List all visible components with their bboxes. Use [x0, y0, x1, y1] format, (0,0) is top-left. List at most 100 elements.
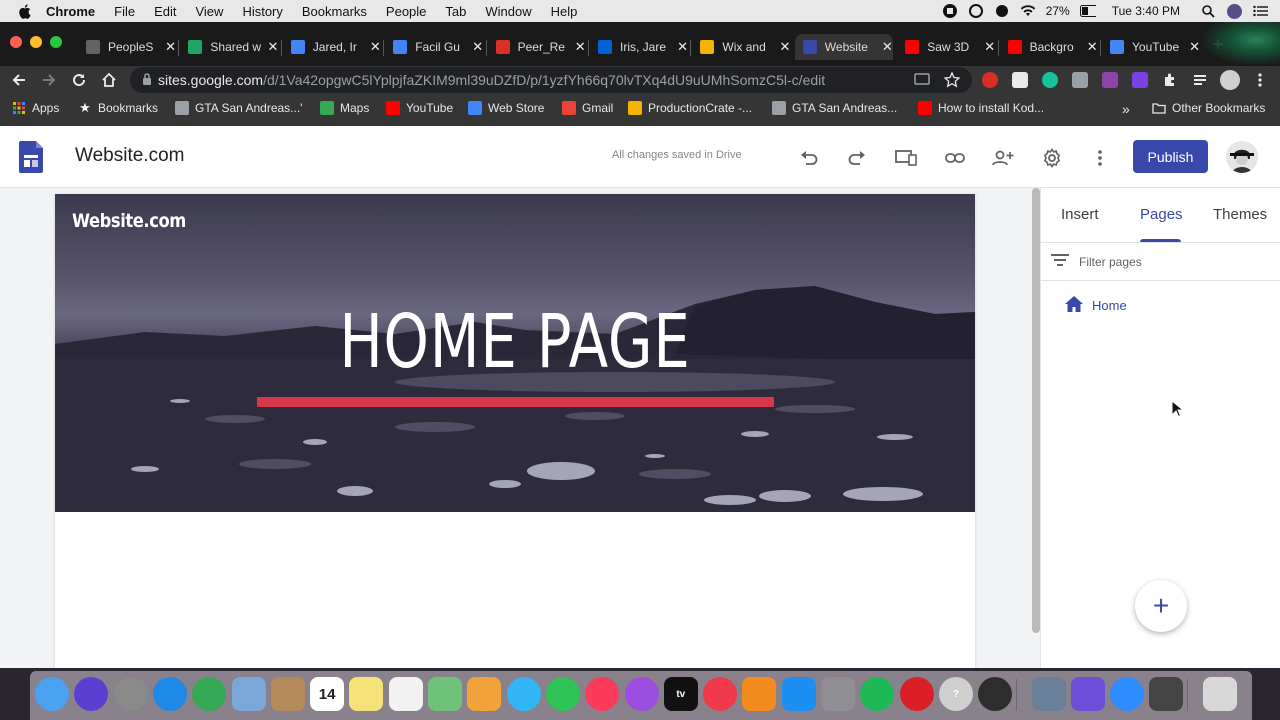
tab-close-icon[interactable]: ✕ — [1189, 39, 1200, 55]
browser-tab[interactable]: Backgro ✕ — [1000, 34, 1098, 60]
bookmark-item[interactable]: ProductionCrate -... — [628, 101, 752, 115]
app-store-icon[interactable] — [781, 677, 816, 711]
lock-icon[interactable] — [142, 72, 152, 88]
bookmark-star-icon[interactable] — [943, 71, 961, 91]
menu-history[interactable]: History — [242, 4, 282, 19]
google-sites-logo-icon[interactable] — [19, 141, 43, 173]
page-list-item-home[interactable]: Home — [1065, 296, 1127, 315]
creative-cloud-tray-icon[interactable] — [994, 3, 1010, 19]
bookmark-item[interactable]: Web Store — [468, 101, 544, 115]
screenshot-icon[interactable] — [1149, 677, 1184, 711]
tab-pages[interactable]: Pages — [1140, 206, 1183, 223]
chrome-menu-icon[interactable] — [1250, 70, 1270, 90]
forward-button[interactable] — [39, 70, 59, 90]
finder-icon[interactable] — [35, 677, 69, 711]
browser-tab[interactable]: Facil Gu ✕ — [385, 34, 483, 60]
site-name-field[interactable]: Website.com — [75, 145, 184, 167]
bookmark-item[interactable]: GTA San Andreas...' — [175, 101, 302, 115]
chrome-icon[interactable] — [192, 677, 227, 711]
reading-list-icon[interactable] — [1192, 72, 1208, 88]
minimize-window-button[interactable] — [30, 36, 42, 48]
browser-tab[interactable]: YouTube ✕ — [1102, 34, 1200, 60]
browser-tab[interactable]: Shared w ✕ — [180, 34, 278, 60]
notification-center-icon[interactable] — [1252, 3, 1268, 19]
tab-close-icon[interactable]: ✕ — [882, 39, 893, 55]
wine-extension-icon[interactable] — [1102, 72, 1118, 88]
tab-close-icon[interactable]: ✕ — [677, 39, 688, 55]
browser-tab[interactable]: Website ✕ — [794, 34, 893, 60]
redo-icon[interactable] — [845, 146, 869, 170]
bookmark-item[interactable]: YouTube — [386, 101, 453, 115]
settings-gear-icon[interactable] — [1040, 146, 1064, 170]
browser-tab[interactable]: Iris, Jare ✕ — [590, 34, 688, 60]
undo-icon[interactable] — [797, 146, 821, 170]
system-preferences-icon[interactable] — [821, 677, 855, 711]
user-avatar-icon[interactable] — [1226, 3, 1242, 19]
siri-icon[interactable] — [74, 677, 109, 711]
add-page-button[interactable]: + — [1135, 580, 1187, 632]
back-button[interactable] — [9, 70, 29, 90]
browser-tab[interactable]: Wix and ✕ — [692, 34, 790, 60]
trash-icon[interactable] — [1202, 677, 1237, 711]
contacts-icon[interactable] — [270, 677, 305, 711]
facetime-icon[interactable] — [545, 677, 580, 711]
messages-icon[interactable] — [506, 677, 541, 711]
apple-menu-icon[interactable] — [16, 3, 32, 19]
other-bookmarks-folder[interactable]: Other Bookmarks — [1152, 101, 1265, 115]
battery-icon[interactable] — [1079, 3, 1096, 19]
browser-tab[interactable]: PeopleS ✕ — [78, 34, 176, 60]
filter-pages-field[interactable]: Filter pages — [1051, 254, 1142, 269]
launchpad-icon[interactable] — [113, 677, 148, 711]
profile-avatar-icon[interactable] — [1220, 70, 1240, 90]
photos-icon[interactable] — [467, 677, 502, 711]
bookmark-item[interactable]: How to install Kod... — [918, 101, 1044, 115]
wifi-icon[interactable] — [1020, 3, 1036, 19]
adblock-extension-icon[interactable] — [982, 72, 998, 88]
tab-close-icon[interactable]: ✕ — [984, 39, 995, 55]
menu-app-name[interactable]: Chrome — [46, 4, 95, 19]
menu-bookmarks[interactable]: Bookmarks — [302, 4, 367, 19]
podcasts-icon[interactable] — [624, 677, 659, 711]
tab-insert[interactable]: Insert — [1061, 206, 1099, 223]
menu-help[interactable]: Help — [551, 4, 578, 19]
imovie-icon[interactable] — [1070, 677, 1105, 711]
menu-tab[interactable]: Tab — [445, 4, 466, 19]
bookmark-item[interactable]: Gmail — [562, 101, 613, 115]
tab-close-icon[interactable]: ✕ — [575, 39, 586, 55]
bookmarks-overflow-chevron[interactable]: » — [1122, 101, 1130, 117]
bookmark-item[interactable]: GTA San Andreas... — [772, 101, 897, 115]
tab-themes[interactable]: Themes — [1213, 206, 1267, 223]
reminders-icon[interactable] — [388, 677, 423, 711]
grammarly-icon[interactable] — [968, 3, 984, 19]
preview-devices-icon[interactable] — [894, 146, 918, 170]
os-extension-icon[interactable] — [1132, 72, 1148, 88]
grammarly-extension-icon[interactable] — [1042, 72, 1058, 88]
canvas-scrollbar[interactable] — [1032, 188, 1040, 633]
home-button[interactable] — [99, 70, 119, 90]
tab-close-icon[interactable]: ✕ — [472, 39, 483, 55]
help-icon[interactable]: ? — [938, 677, 973, 711]
menu-people[interactable]: People — [386, 4, 426, 19]
record-stop-icon[interactable] — [942, 3, 958, 19]
close-window-button[interactable] — [10, 36, 22, 48]
tab-close-icon[interactable]: ✕ — [1087, 39, 1098, 55]
tv-icon[interactable]: tv — [663, 677, 698, 711]
zoom-window-button[interactable] — [50, 36, 62, 48]
tab-close-icon[interactable]: ✕ — [779, 39, 790, 55]
hero-banner[interactable]: Website.com HOME PAGE — [55, 194, 975, 512]
news-icon[interactable] — [703, 677, 738, 711]
tab-close-icon[interactable]: ✕ — [370, 39, 381, 55]
hero-page-title[interactable]: HOME PAGE — [156, 302, 874, 382]
more-options-icon[interactable] — [1088, 146, 1112, 170]
menu-view[interactable]: View — [195, 4, 223, 19]
browser-tab[interactable]: Jared, Ir ✕ — [283, 34, 381, 60]
cast-icon[interactable] — [914, 73, 930, 90]
extension-icon[interactable] — [1072, 72, 1088, 88]
screen-recorder-extension-icon[interactable] — [1012, 72, 1028, 88]
zoom-icon[interactable] — [1110, 677, 1145, 711]
image-capture-icon[interactable] — [1031, 677, 1066, 711]
tab-close-icon[interactable]: ✕ — [165, 39, 176, 55]
publish-button[interactable]: Publish — [1133, 140, 1208, 173]
tab-close-icon[interactable]: ✕ — [267, 39, 278, 55]
notes-icon[interactable] — [349, 677, 384, 711]
